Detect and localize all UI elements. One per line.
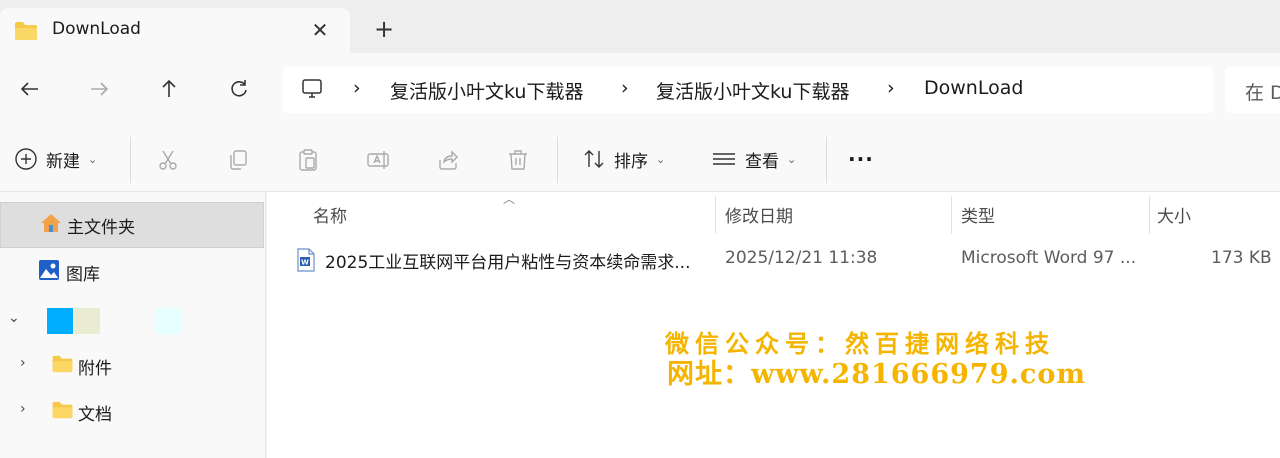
back-button[interactable] [14,73,46,105]
divider [557,137,558,183]
watermark-line: 网址：www.281666979.com [667,359,1086,390]
plus-circle-icon [15,148,37,170]
share-icon [439,150,458,170]
chevron-down-icon: ⌄ [787,152,797,166]
address-bar[interactable]: › 复活版小叶文ku下载器 › 复活版小叶文ku下载器 › DownLoad [283,66,1213,113]
column-divider[interactable] [1149,196,1150,234]
search-placeholder: 在 D [1245,82,1280,104]
arrow-up-icon [162,79,176,97]
new-button[interactable]: 新建 ⌄ [14,145,97,173]
file-size: 173 KB [1211,248,1272,268]
computer-icon [301,78,323,104]
arrow-right-icon [91,82,109,96]
view-label: 查看 [745,151,779,172]
drive-label-block [155,308,181,334]
forward-button[interactable] [83,73,115,105]
new-tab-button[interactable]: + [372,17,396,41]
clipboard-icon [299,149,317,171]
folder-icon [14,21,38,45]
svg-text:W: W [301,259,309,267]
close-tab-icon[interactable]: ✕ [308,18,332,42]
copy-button[interactable] [225,147,251,173]
breadcrumb-item[interactable]: DownLoad [924,77,1023,99]
more-options-button[interactable]: ··· [848,145,874,173]
sort-ascending-icon: ︿ [503,192,516,206]
column-header-size[interactable]: 大小 [1157,202,1191,227]
arrow-left-icon [20,82,38,96]
delete-button[interactable] [505,147,531,173]
refresh-icon [231,80,247,97]
rename-button[interactable] [365,147,391,173]
sidebar-item-label: 图库 [66,264,100,285]
chevron-down-icon: ⌄ [656,152,666,166]
sidebar-item-attachments[interactable]: › 附件 [0,343,264,389]
chevron-right-icon[interactable]: › [20,401,26,417]
sidebar-item-home[interactable]: 主文件夹 [0,202,264,248]
sidebar-item-drive[interactable]: ⌄ [0,298,264,344]
sort-icon [584,150,604,168]
breadcrumb-item[interactable]: 复活版小叶文ku下载器 [390,77,583,104]
sidebar-item-documents[interactable]: › 文档 [0,389,264,435]
gallery-icon [38,259,60,285]
file-name: 2025工业互联网平台用户粘性与资本续命需求... [325,253,691,273]
file-explorer-window: DownLoad ✕ + › 复活版小叶文ku下载器 › 复活版小叶文ku下载器… [0,0,1280,458]
column-divider[interactable] [951,196,952,234]
share-button[interactable] [435,147,461,173]
rename-icon [367,151,389,169]
navigation-bar: › 复活版小叶文ku下载器 › 复活版小叶文ku下载器 › DownLoad 在… [0,53,1280,125]
breadcrumb-separator[interactable]: › [887,77,895,99]
chevron-down-icon[interactable]: ⌄ [8,310,20,326]
up-button[interactable] [153,73,185,105]
copy-icon [230,150,247,170]
sidebar-item-gallery[interactable]: 图库 [0,249,264,295]
tab-download[interactable]: DownLoad ✕ [0,8,350,53]
scissors-icon [159,150,177,170]
trash-icon [509,150,527,170]
file-modified-date: 2025/12/21 11:38 [725,248,878,268]
home-icon [39,212,63,238]
search-box[interactable]: 在 D [1225,66,1280,113]
tab-title: DownLoad [52,19,141,39]
tab-bar: DownLoad ✕ + [0,0,1280,60]
column-header-type[interactable]: 类型 [961,202,995,227]
divider [130,137,131,183]
breadcrumb-separator[interactable]: › [621,77,629,99]
new-label: 新建 [46,151,80,172]
sort-button[interactable]: 排序 ⌄ [582,145,665,173]
drive-icon [47,308,73,334]
view-button[interactable]: 查看 ⌄ [711,145,796,173]
sidebar-item-label: 主文件夹 [67,217,135,238]
file-list: ︿ 名称 修改日期 类型 大小 W 2025工业互联网平台用户粘性与资本续命需求… [267,192,1280,458]
sidebar-item-label: 附件 [78,358,112,379]
word-document-icon: W [296,248,316,276]
column-header-name[interactable]: 名称 [313,202,347,227]
divider [826,137,827,183]
list-view-icon [713,153,735,165]
column-divider[interactable] [715,196,716,234]
folder-icon [51,401,74,423]
cut-button[interactable] [155,147,181,173]
drive-label-block [74,308,100,334]
sidebar-item-label: 文档 [78,404,112,425]
refresh-button[interactable] [223,73,255,105]
column-header-date[interactable]: 修改日期 [725,202,793,227]
chevron-down-icon: ⌄ [88,152,98,166]
sort-label: 排序 [614,151,648,172]
paste-button[interactable] [295,147,321,173]
chevron-right-icon[interactable]: › [20,355,26,371]
file-type: Microsoft Word 97 ... [961,248,1137,268]
folder-icon [51,355,74,377]
command-bar: 新建 ⌄ 排序 ⌄ 查看 ⌄ ··· [0,125,1280,192]
breadcrumb-separator[interactable]: › [353,77,361,99]
breadcrumb-item[interactable]: 复活版小叶文ku下载器 [656,77,849,104]
table-row[interactable]: W 2025工业互联网平台用户粘性与资本续命需求... 2025/12/21 1… [287,242,1277,278]
navigation-pane: 主文件夹 图库 ⌄ › 附件 › 文档 [0,192,266,458]
